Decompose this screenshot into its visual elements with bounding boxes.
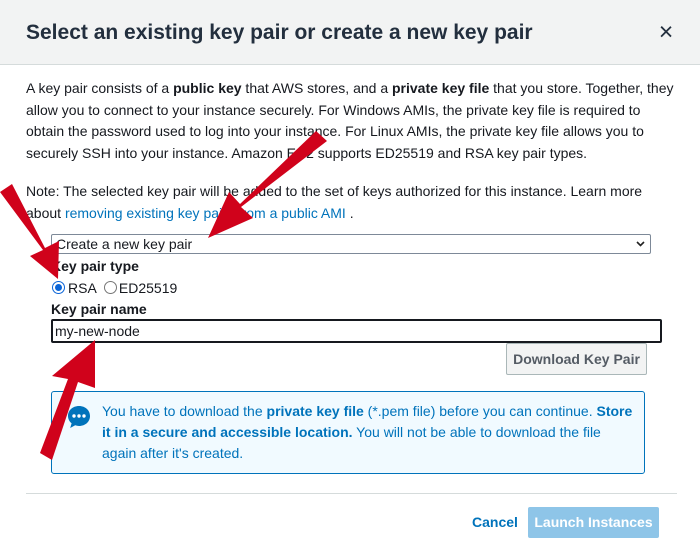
key-pair-name-label: Key pair name [51,301,147,317]
dialog-title: Select an existing key pair or create a … [26,21,533,44]
chevron-down-icon [635,235,646,259]
removing-keys-link[interactable]: removing existing key pairs from a publi… [65,205,346,221]
download-key-pair-button[interactable]: Download Key Pair [506,343,647,375]
key-pair-select-value: Create a new key pair [56,236,193,252]
ed25519-radio[interactable] [103,281,117,294]
key-pair-type-options: RSA ED25519 [52,279,177,297]
key-pair-select[interactable]: Create a new key pair [51,234,651,254]
note-text: Note: The selected key pair will be adde… [26,183,643,221]
key-pair-description: A key pair consists of a public key that… [26,80,674,161]
info-alert: You have to download the private key fil… [51,391,645,474]
launch-instances-button[interactable]: Launch Instances [528,507,659,538]
rsa-label: RSA [68,280,97,296]
public-key-term: public key [173,80,242,96]
key-pair-name-input[interactable]: my-new-node [51,319,662,343]
chat-info-icon [66,404,92,430]
footer-divider [26,493,677,494]
private-key-term: private key file [392,80,490,96]
close-icon[interactable]: × [654,20,678,45]
rsa-radio[interactable] [52,281,65,294]
info-alert-text: You have to download the private key fil… [102,403,633,461]
key-pair-type-label: Key pair type [51,258,139,274]
dialog-header: Select an existing key pair or create a … [0,0,700,65]
cancel-button[interactable]: Cancel [472,514,518,530]
ed25519-label: ED25519 [118,280,178,296]
